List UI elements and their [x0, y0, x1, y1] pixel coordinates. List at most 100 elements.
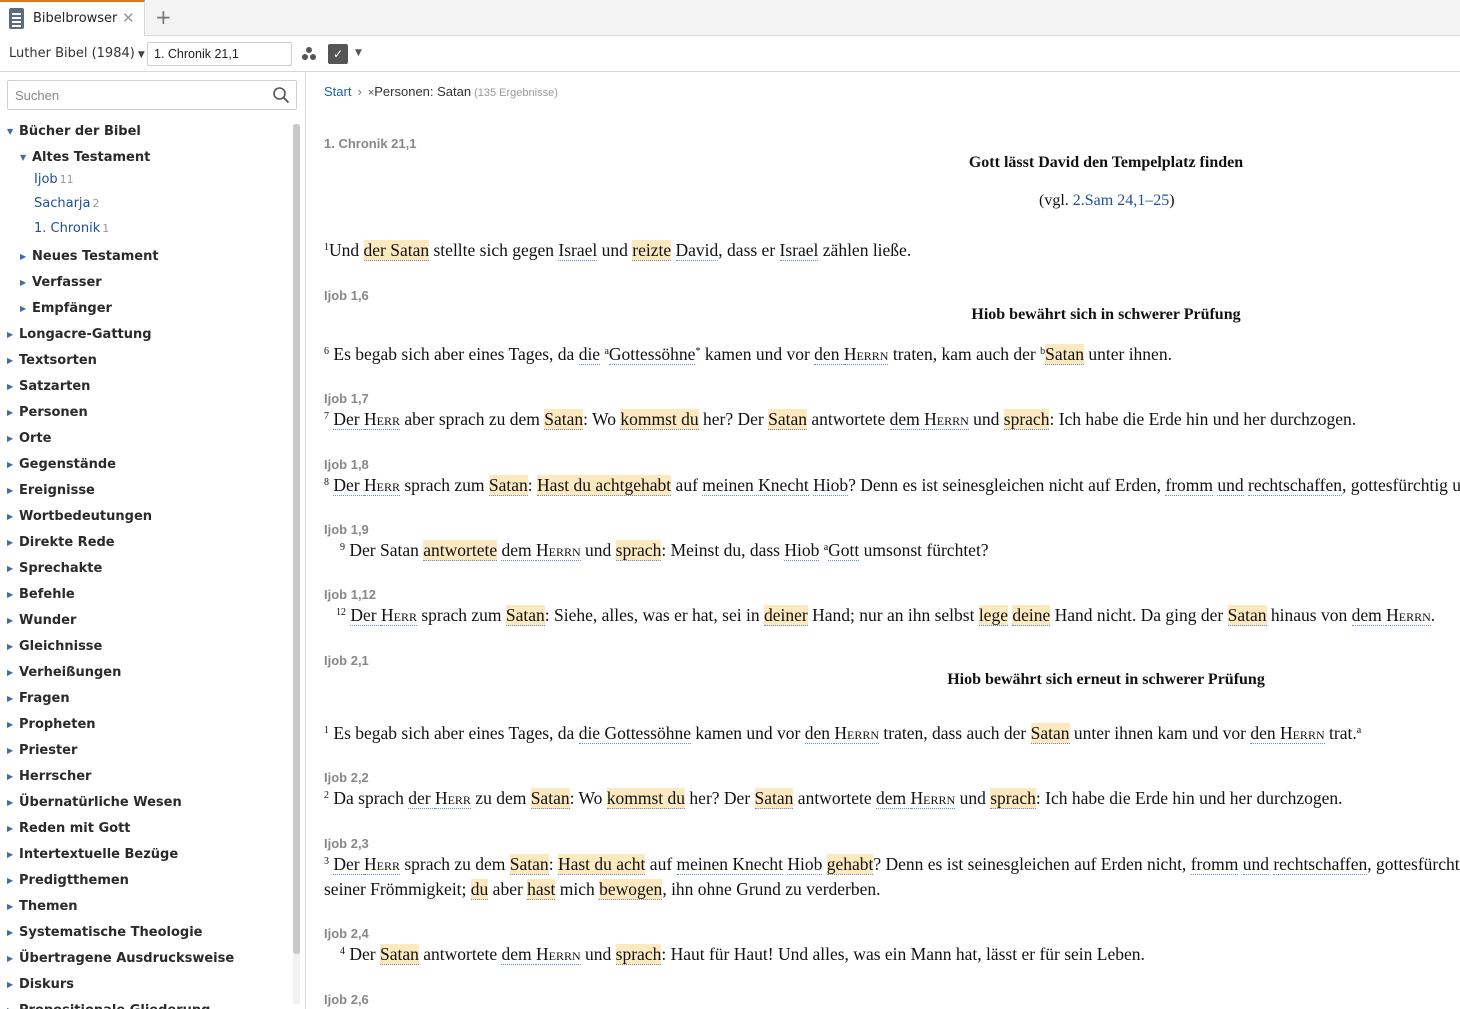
- tree-leaf-sacharja[interactable]: Sacharja 2: [34, 196, 100, 211]
- tree-item-buecher[interactable]: ▼ Bücher der Bibel: [7, 124, 141, 139]
- linked-word[interactable]: rechtschaffen: [1273, 854, 1368, 875]
- linked-word[interactable]: dem: [501, 944, 536, 965]
- linked-word[interactable]: Der: [333, 854, 364, 875]
- linked-word[interactable]: Herrn: [910, 788, 956, 809]
- verse-reference[interactable]: Ijob 2,1: [324, 653, 369, 668]
- highlighted-word[interactable]: reizte: [632, 240, 672, 261]
- linked-word[interactable]: Israel: [779, 240, 819, 261]
- linked-word[interactable]: Gott: [828, 540, 860, 561]
- highlighted-word[interactable]: Satan: [1045, 344, 1084, 365]
- highlighted-word[interactable]: Satan: [768, 409, 807, 430]
- highlighted-word[interactable]: Satan: [505, 605, 545, 626]
- search-icon[interactable]: [272, 86, 290, 104]
- linked-word[interactable]: und: [1217, 475, 1244, 496]
- tree-item-5[interactable]: ▶ Gegenstände: [7, 457, 116, 472]
- linked-word[interactable]: Der: [350, 605, 381, 626]
- tree-item-24[interactable]: ▶ Übertragene Ausdrucksweise: [7, 951, 234, 966]
- linked-word[interactable]: fromm: [1190, 854, 1239, 875]
- verse-reference[interactable]: Ijob 1,9: [324, 522, 369, 537]
- verse-reference[interactable]: Ijob 2,6: [324, 992, 369, 1007]
- highlighted-word[interactable]: gehabt: [826, 854, 874, 875]
- tree-leaf-ijob[interactable]: Ijob 11: [34, 172, 74, 187]
- tree-item-0[interactable]: ▶ Longacre-Gattung: [7, 327, 152, 342]
- tree-item-1[interactable]: ▶ Textsorten: [7, 353, 97, 368]
- tree-item-7[interactable]: ▶ Wortbedeutungen: [7, 509, 152, 524]
- linked-word[interactable]: Hiob: [784, 540, 820, 561]
- parallel-link[interactable]: 2.Sam 24,1–25: [1073, 192, 1169, 209]
- tree-item-nt[interactable]: ▶ Neues Testament: [20, 249, 159, 264]
- tree-item-23[interactable]: ▶ Systematische Theologie: [7, 925, 202, 940]
- tab-bibelbrowser[interactable]: Bibelbrowser ✕: [0, 0, 145, 37]
- linked-word[interactable]: die Gottessöhne: [578, 723, 691, 744]
- verse-reference[interactable]: Ijob 2,3: [324, 836, 369, 851]
- tree-item-17[interactable]: ▶ Herrscher: [7, 769, 91, 784]
- tree-item-13[interactable]: ▶ Verheißungen: [7, 665, 121, 680]
- verse-reference[interactable]: 1. Chronik 21,1: [324, 136, 416, 151]
- linked-word[interactable]: meinen Knecht: [676, 854, 783, 875]
- highlighted-word[interactable]: sprach: [1003, 409, 1050, 430]
- tree-item-19[interactable]: ▶ Reden mit Gott: [7, 821, 131, 836]
- highlighted-word[interactable]: Satan: [1227, 605, 1267, 626]
- verse-reference[interactable]: Ijob 1,12: [324, 587, 376, 602]
- linked-word[interactable]: den: [804, 723, 835, 744]
- tree-item-at[interactable]: ▼ Altes Testament: [20, 150, 150, 165]
- tree-item-verfasser[interactable]: ▶ Verfasser: [20, 275, 102, 290]
- tree-item-2[interactable]: ▶ Satzarten: [7, 379, 90, 394]
- linked-word[interactable]: David: [675, 240, 719, 261]
- verse-reference[interactable]: Ijob 1,6: [324, 288, 369, 303]
- tree-item-21[interactable]: ▶ Predigtthemen: [7, 873, 129, 888]
- tree-leaf-chronik[interactable]: 1. Chronik 1: [34, 221, 109, 236]
- highlighted-word[interactable]: Satan: [754, 788, 794, 809]
- tree-item-10[interactable]: ▶ Befehle: [7, 587, 75, 602]
- highlighted-word[interactable]: hast: [527, 879, 556, 900]
- linked-word[interactable]: Gottessöhne: [608, 344, 696, 365]
- highlighted-word[interactable]: Satan: [488, 475, 528, 496]
- breadcrumb-start[interactable]: Start: [324, 84, 351, 99]
- highlighted-word[interactable]: deiner: [763, 605, 808, 626]
- linked-word[interactable]: Herr: [380, 605, 417, 626]
- search-input[interactable]: Suchen: [7, 80, 297, 110]
- linked-word[interactable]: dem: [876, 788, 911, 809]
- linked-word[interactable]: Der: [333, 409, 364, 430]
- linked-word[interactable]: rechtschaffen: [1248, 475, 1342, 496]
- bible-version-select[interactable]: Luther Bibel (1984) ▼: [9, 46, 145, 61]
- highlighted-word[interactable]: deine: [1012, 605, 1051, 626]
- highlighted-word[interactable]: Satan: [379, 944, 419, 965]
- highlighted-word[interactable]: Satan: [530, 788, 570, 809]
- linked-word[interactable]: und: [1242, 854, 1269, 875]
- parallel-icon[interactable]: [302, 47, 316, 61]
- tree-item-22[interactable]: ▶ Themen: [7, 899, 78, 914]
- highlighted-word[interactable]: bewogen: [599, 879, 663, 900]
- linked-word[interactable]: Herr: [363, 854, 400, 875]
- linked-word[interactable]: Herrn: [834, 723, 880, 744]
- linked-word[interactable]: Herr: [363, 475, 400, 496]
- linked-word[interactable]: meinen Knecht: [702, 475, 809, 496]
- linked-word[interactable]: der: [408, 788, 435, 809]
- reference-input[interactable]: 1. Chronik 21,1: [147, 42, 292, 66]
- highlighted-word[interactable]: sprach: [615, 944, 662, 965]
- linked-word[interactable]: dem: [501, 540, 536, 561]
- highlighted-word[interactable]: der Satan: [363, 240, 430, 261]
- linked-word[interactable]: Herr: [434, 788, 471, 809]
- tree-item-14[interactable]: ▶ Fragen: [7, 691, 70, 706]
- tree-item-4[interactable]: ▶ Orte: [7, 431, 52, 446]
- tree-item-15[interactable]: ▶ Propheten: [7, 717, 96, 732]
- checkbox-icon[interactable]: ✓: [328, 44, 348, 64]
- highlighted-word[interactable]: Hast du achtgehabt: [537, 475, 672, 496]
- linked-word[interactable]: Herrn: [536, 944, 581, 965]
- verse-reference[interactable]: Ijob 2,4: [324, 926, 369, 941]
- tree-item-9[interactable]: ▶ Sprechakte: [7, 561, 102, 576]
- tree-item-11[interactable]: ▶ Wunder: [7, 613, 76, 628]
- linked-word[interactable]: den: [814, 344, 844, 365]
- linked-word[interactable]: Herrn: [1386, 605, 1431, 626]
- linked-word[interactable]: Der: [333, 475, 364, 496]
- linked-word[interactable]: die: [578, 344, 601, 365]
- highlighted-word[interactable]: Satan: [544, 409, 584, 430]
- tree-item-8[interactable]: ▶ Direkte Rede: [7, 535, 115, 550]
- highlighted-word[interactable]: lege: [978, 605, 1008, 626]
- tree-item-6[interactable]: ▶ Ereignisse: [7, 483, 95, 498]
- highlighted-word[interactable]: Satan: [509, 854, 549, 875]
- tree-item-12[interactable]: ▶ Gleichnisse: [7, 639, 102, 654]
- footnote-marker[interactable]: a: [1357, 725, 1361, 736]
- scrollbar-thumb[interactable]: [293, 124, 300, 954]
